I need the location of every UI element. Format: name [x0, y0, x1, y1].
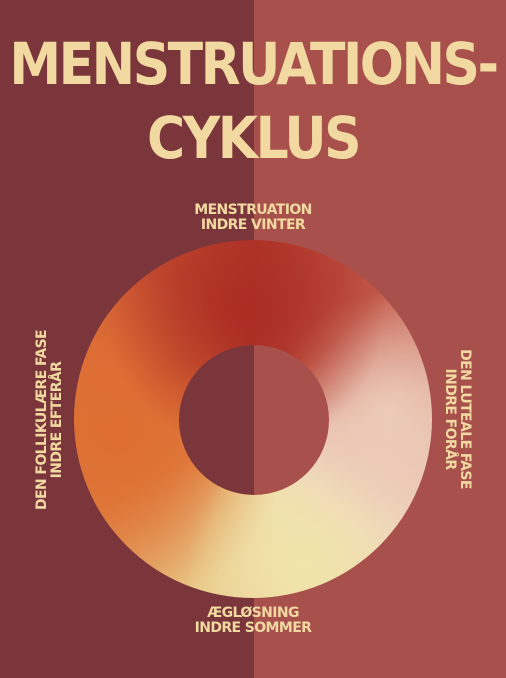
phase-season-winter: INDRE VINTER [200, 217, 306, 233]
phase-label-ovulation: ÆGLØSNING INDRE SOMMER [153, 606, 353, 636]
poster-title-line-2: CYKLUS [146, 105, 362, 173]
phase-season-autumn: INDRE EFTERÅR [49, 361, 65, 479]
phase-name-follicular: DEN FOLLIKULÆRE FASE [34, 329, 50, 511]
phase-name-menstruation: MENSTRUATION [194, 202, 312, 218]
phase-name-ovulation: ÆGLØSNING [207, 605, 299, 621]
phase-label-follicular: DEN FOLLIKULÆRE FASE INDRE EFTERÅR [34, 320, 65, 520]
poster-title-line-1: MENSTRUATIONS- [9, 31, 499, 99]
menstrual-cycle-poster: MENSTRUATIONS- CYKLUS MENSTRUATION INDRE… [0, 0, 506, 678]
phase-label-luteal: DEN LUTEALE FASE INDRE FORÅR [442, 319, 473, 519]
phase-season-summer: INDRE SOMMER [194, 620, 312, 636]
phase-name-luteal: DEN LUTEALE FASE [457, 349, 473, 489]
phase-label-menstruation: MENSTRUATION INDRE VINTER [153, 203, 353, 233]
phase-season-spring: INDRE FORÅR [442, 368, 458, 470]
